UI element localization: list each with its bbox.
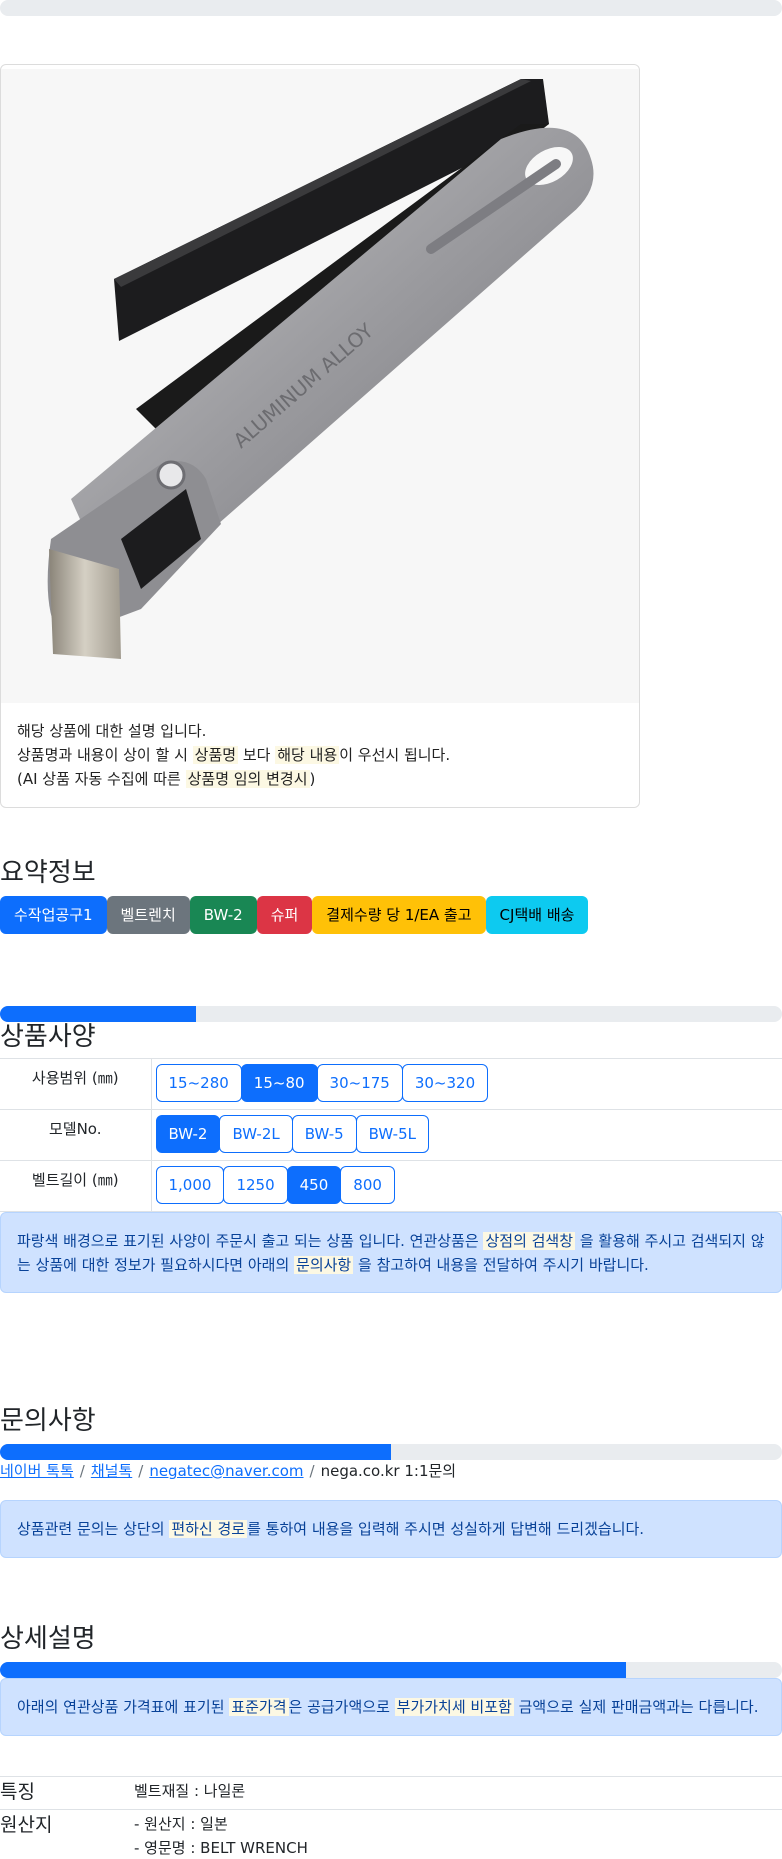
feature-key: 특징 — [0, 1781, 35, 1803]
spec-notice: 파랑색 배경으로 표기된 사양이 주문시 출고 되는 상품 입니다. 연관상품은… — [0, 1212, 782, 1293]
text: 파랑색 배경으로 표기된 사양이 주문시 출고 되는 상품 입니다. 연관상품은 — [17, 1232, 479, 1250]
highlight-inquiry: 문의사항 — [294, 1256, 354, 1274]
badge-delivery: CJ택배 배송 — [485, 896, 589, 934]
spec-options: 15~280 15~80 30~175 30~320 — [151, 1058, 782, 1110]
text: 을 참고하여 내용을 전달하여 주시기 바랍니다. — [358, 1256, 649, 1274]
badge-model: BW-2 — [189, 896, 257, 934]
belt-wrench-illustration: ALUMINUM ALLOY — [1, 69, 639, 703]
text: 상품명과 내용이 상이 할 시 — [17, 746, 188, 764]
option-button[interactable]: BW-5 — [291, 1115, 357, 1153]
feature-value: 벨트재질 : 나일론 — [134, 1779, 245, 1803]
inquiry-progress-bar — [0, 1444, 782, 1460]
description-line: 상품명과 내용이 상이 할 시 상품명 보다 해당 내용 이 우선시 됩니다. — [17, 743, 450, 767]
feature-row: 원산지 - 원산지 : 일본 - 영문명 : BELT WRENCH — [0, 1809, 782, 1859]
badge-shipping-qty: 결제수량 당 1/EA 출고 — [312, 896, 486, 934]
product-card: ALUMINUM ALLOY 해당 상품에 대한 설명 입니다. 상품명과 내용… — [0, 64, 640, 808]
feature-value-line: - 원산지 : 일본 — [134, 1815, 228, 1833]
detail-title: 상세설명 — [0, 1624, 96, 1654]
text: 상품관련 문의는 상단의 — [17, 1520, 165, 1538]
progress-fill — [0, 1444, 391, 1460]
site-inquiry-text: nega.co.kr 1:1문의 — [320, 1462, 457, 1480]
spec-row-range: 사용범위 (㎜) 15~280 15~80 30~175 30~320 — [0, 1058, 782, 1110]
option-button[interactable]: 1250 — [223, 1166, 288, 1204]
summary-title: 요약정보 — [0, 858, 96, 888]
spec-row-model: 모델No. BW-2 BW-2L BW-5 BW-5L — [0, 1109, 782, 1161]
feature-value-line: 벨트재질 : 나일론 — [134, 1782, 246, 1800]
email-link[interactable]: negatec@naver.com — [149, 1462, 303, 1480]
highlight-content: 해당 내용 — [275, 746, 340, 764]
option-button[interactable]: BW-5L — [355, 1115, 429, 1153]
badge-type: 벨트렌치 — [106, 896, 190, 934]
naver-talk-link[interactable]: 네이버 톡톡 — [0, 1462, 74, 1480]
text: 이 우선시 됩니다. — [339, 746, 451, 764]
separator: / — [79, 1462, 85, 1480]
top-progress-bar — [0, 0, 782, 16]
badge-category: 수작업공구1 — [0, 896, 107, 934]
highlight-name-change: 상품명 임의 변경시 — [185, 770, 310, 788]
highlight-standard-price: 표준가격 — [229, 1698, 289, 1716]
spec-table: 사용범위 (㎜) 15~280 15~80 30~175 30~320 모델No. B… — [0, 1058, 782, 1212]
product-image: ALUMINUM ALLOY — [1, 69, 639, 703]
separator: / — [309, 1462, 315, 1480]
option-button-selected[interactable]: 450 — [286, 1166, 342, 1204]
inquiry-notice: 상품관련 문의는 상단의 편하신 경로 를 통하여 내용을 입력해 주시면 성실하… — [0, 1500, 782, 1558]
highlight-vat: 부가가치세 비포함 — [394, 1698, 514, 1716]
option-button[interactable]: 30~175 — [316, 1064, 403, 1102]
specs-progress-bar — [0, 1006, 782, 1022]
option-button[interactable]: 800 — [340, 1166, 395, 1204]
text: 보다 — [242, 746, 271, 764]
text: 금액으로 실제 판매금액과는 다릅니다. — [518, 1698, 759, 1716]
inquiry-links: 네이버 톡톡 / 채널톡 / negatec@naver.com / nega.co.kr … — [0, 1460, 456, 1481]
text: 아래의 연관상품 가격표에 표기된 — [17, 1698, 225, 1716]
highlight-product-name: 상품명 — [192, 746, 239, 764]
summary-badges: 수작업공구1 벨트렌치 BW-2 슈퍼 결제수량 당 1/EA 출고 CJ택배 … — [0, 896, 589, 934]
inquiry-title: 문의사항 — [0, 1406, 96, 1436]
option-button[interactable]: 1,000 — [155, 1166, 225, 1204]
option-button-selected[interactable]: 15~80 — [240, 1064, 318, 1102]
highlight-route: 편하신 경로 — [169, 1520, 248, 1538]
feature-value: - 원산지 : 일본 - 영문명 : BELT WRENCH — [134, 1812, 308, 1859]
option-button-selected[interactable]: BW-2 — [155, 1115, 221, 1153]
text: 은 공급가액으로 — [288, 1698, 390, 1716]
channel-talk-link[interactable]: 채널톡 — [91, 1462, 132, 1480]
spec-label: 사용범위 (㎜) — [0, 1058, 152, 1110]
option-button[interactable]: BW-2L — [219, 1115, 293, 1153]
feature-row: 특징 벨트재질 : 나일론 — [0, 1776, 782, 1809]
text: ) — [309, 770, 316, 788]
option-button[interactable]: 15~280 — [155, 1064, 242, 1102]
spec-options: 1,000 1250 450 800 — [151, 1160, 782, 1212]
specs-title: 상품사양 — [0, 1022, 96, 1052]
badge-brand: 슈퍼 — [256, 896, 313, 934]
price-notice: 아래의 연관상품 가격표에 표기된 표준가격 은 공급가액으로 부가가치세 비포함… — [0, 1678, 782, 1736]
detail-progress-bar — [0, 1662, 782, 1678]
highlight-search: 상점의 검색창 — [483, 1232, 576, 1250]
spec-row-belt-length: 벨트길이 (㎜) 1,000 1250 450 800 — [0, 1160, 782, 1212]
spec-label: 모델No. — [0, 1109, 152, 1161]
description-line: 해당 상품에 대한 설명 입니다. — [17, 722, 207, 740]
description-line: (AI 상품 자동 수집에 따른 상품명 임의 변경시) — [17, 767, 450, 791]
product-description: 해당 상품에 대한 설명 입니다. 상품명과 내용이 상이 할 시 상품명 보다… — [17, 719, 450, 791]
spec-options: BW-2 BW-2L BW-5 BW-5L — [151, 1109, 782, 1161]
text: (AI 상품 자동 수집에 따른 — [17, 770, 181, 788]
feature-value-line: - 영문명 : BELT WRENCH — [134, 1839, 308, 1857]
separator: / — [138, 1462, 144, 1480]
option-button[interactable]: 30~320 — [401, 1064, 489, 1102]
progress-fill — [0, 1662, 626, 1678]
text: 를 통하여 내용을 입력해 주시면 성실하게 답변해 드리겠습니다. — [247, 1520, 645, 1538]
spec-label: 벨트길이 (㎜) — [0, 1160, 152, 1212]
feature-key: 원산지 — [0, 1814, 53, 1836]
